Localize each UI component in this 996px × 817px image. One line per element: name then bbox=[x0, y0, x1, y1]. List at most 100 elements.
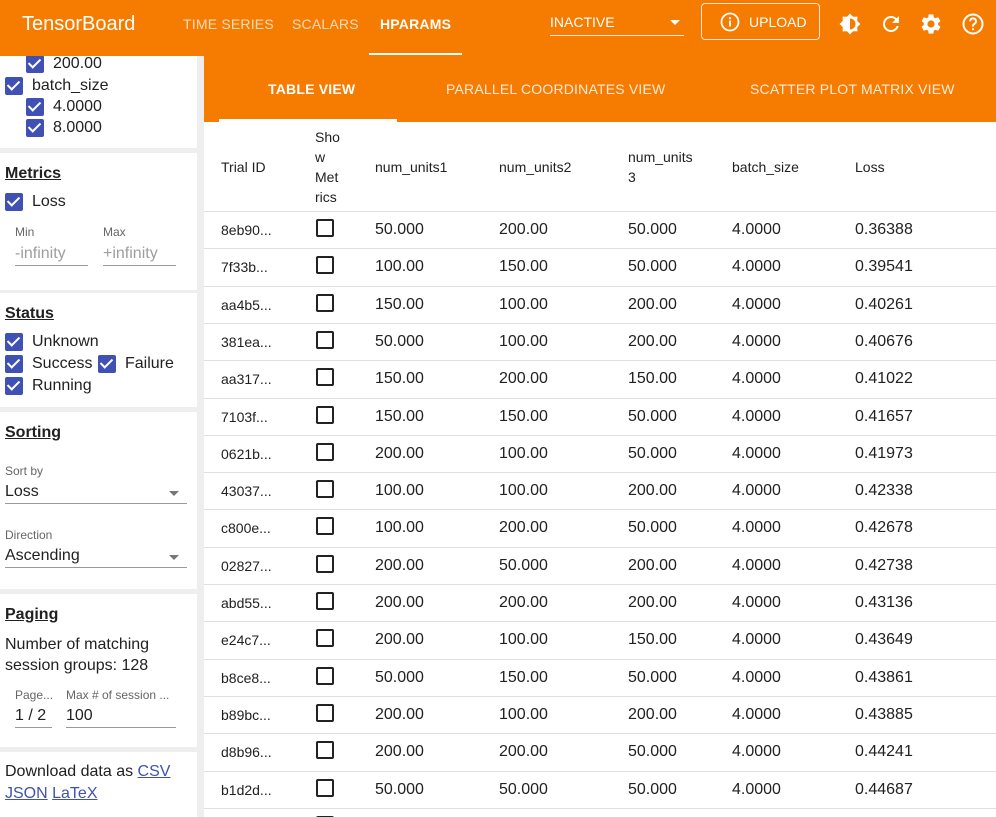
trial-id-cell[interactable]: 02827... bbox=[221, 558, 272, 574]
max-input[interactable]: +infinity bbox=[103, 245, 176, 266]
min-label: Min bbox=[15, 225, 35, 239]
tab-parallel-coordinates-view[interactable]: PARALLEL COORDINATES VIEW bbox=[446, 81, 665, 97]
table-row: aa4b5... 150.00 100.00 200.00 4.0000 0.40261 bbox=[204, 285, 996, 323]
top-app-bar: TensorBoard TIME SERIES SCALARS HPARAMS … bbox=[0, 0, 996, 56]
table-row: aa317... 150.00 200.00 150.00 4.0000 0.41022 bbox=[204, 360, 996, 397]
checkbox-checked-icon bbox=[5, 355, 23, 373]
page-total: / 2 bbox=[28, 707, 47, 724]
checkbox-label: 200.00 bbox=[53, 56, 102, 72]
nav-tab-time-series[interactable]: TIME SERIES bbox=[183, 16, 274, 32]
num-units2-cell: 150.00 bbox=[499, 407, 548, 425]
show-metrics-checkbox[interactable] bbox=[316, 517, 334, 536]
inactive-plugins-select[interactable]: INACTIVE bbox=[550, 8, 684, 36]
trial-id-cell[interactable]: d8b96... bbox=[221, 744, 272, 760]
upload-button[interactable]: UPLOAD bbox=[701, 3, 820, 40]
trial-id-cell[interactable]: 7f33b... bbox=[221, 259, 268, 275]
max-sessions-input[interactable]: 100 bbox=[66, 707, 176, 728]
trial-id-cell[interactable]: b89bc... bbox=[221, 707, 271, 723]
nav-tab-hparams[interactable]: HPARAMS bbox=[380, 16, 451, 32]
show-metrics-checkbox[interactable] bbox=[316, 741, 334, 760]
download-text: Download data as CSV bbox=[5, 763, 170, 781]
trial-id-cell[interactable]: aa317... bbox=[221, 371, 272, 387]
show-metrics-checkbox[interactable] bbox=[316, 666, 334, 685]
loss-cell: 0.43861 bbox=[855, 668, 913, 686]
dropdown-caret-icon bbox=[169, 491, 179, 496]
download-csv-link[interactable]: CSV bbox=[138, 763, 171, 780]
hparams-main-panel: TABLE VIEW PARALLEL COORDINATES VIEW SCA… bbox=[204, 56, 996, 817]
show-metrics-checkbox[interactable] bbox=[316, 442, 334, 461]
trial-id-cell[interactable]: b1d2d... bbox=[221, 782, 272, 798]
refresh-icon[interactable] bbox=[879, 12, 903, 36]
sorting-card: Sorting Sort by Loss Direction Ascending bbox=[0, 412, 197, 589]
num-units3-cell: 150.00 bbox=[628, 370, 677, 388]
batch-size-cell: 4.0000 bbox=[732, 780, 781, 798]
trial-id-cell[interactable]: c800e... bbox=[221, 520, 271, 536]
loss-cell: 0.43885 bbox=[855, 705, 913, 723]
active-view-indicator bbox=[219, 119, 397, 122]
batch-size-cell: 4.0000 bbox=[732, 594, 781, 611]
header-line: rics bbox=[315, 189, 337, 205]
num-units3-cell: 50.000 bbox=[628, 258, 677, 276]
column-header-num-units2[interactable]: num_units2 bbox=[499, 157, 571, 177]
show-metrics-checkbox[interactable] bbox=[316, 330, 334, 349]
num-units3-cell: 50.000 bbox=[628, 668, 677, 686]
settings-icon[interactable] bbox=[919, 12, 943, 36]
direction-select[interactable]: Ascending bbox=[5, 547, 187, 568]
trial-id-cell[interactable]: 381ea... bbox=[221, 334, 272, 350]
trial-id-cell[interactable]: abd55... bbox=[221, 595, 272, 611]
show-metrics-checkbox[interactable] bbox=[316, 592, 334, 610]
trial-id-cell[interactable]: 43037... bbox=[221, 483, 272, 499]
show-metrics-checkbox[interactable] bbox=[316, 554, 334, 573]
download-json-link[interactable]: JSON bbox=[5, 785, 48, 802]
table-row: e24c7... 200.00 100.00 150.00 4.0000 0.43649 bbox=[204, 621, 996, 658]
trial-id-cell[interactable]: b8ce8... bbox=[221, 670, 271, 686]
show-metrics-checkbox[interactable] bbox=[316, 405, 334, 424]
batch-size-cell: 4.0000 bbox=[732, 668, 781, 686]
show-metrics-checkbox[interactable] bbox=[316, 368, 334, 387]
show-metrics-checkbox[interactable] bbox=[316, 480, 334, 499]
num-units3-cell: 150.00 bbox=[628, 631, 677, 649]
table-row: abd55... 200.00 200.00 200.00 4.0000 0.43136 bbox=[204, 584, 996, 621]
help-icon[interactable] bbox=[961, 12, 985, 36]
column-header-num-units1[interactable]: num_units1 bbox=[375, 157, 447, 177]
batch-size-cell: 4.0000 bbox=[732, 221, 781, 238]
trial-id-cell[interactable]: 0621b... bbox=[221, 446, 272, 462]
trial-id-cell[interactable]: e24c7... bbox=[221, 632, 271, 648]
table-row bbox=[204, 807, 996, 817]
show-metrics-checkbox[interactable] bbox=[316, 256, 334, 275]
nav-tab-scalars[interactable]: SCALARS bbox=[292, 16, 359, 32]
page-number-input[interactable]: 1 / 2 bbox=[15, 707, 52, 728]
hparam-filter-card: 200.00 batch_size 4.0000 8.0000 bbox=[0, 56, 197, 148]
paging-card: Paging Number of matching session groups… bbox=[0, 594, 197, 747]
min-input[interactable]: -infinity bbox=[15, 245, 88, 266]
app-title: TensorBoard bbox=[22, 13, 136, 35]
num-units2-cell: 200.00 bbox=[499, 370, 548, 388]
download-latex-link[interactable]: LaTeX bbox=[52, 785, 97, 802]
theme-icon[interactable] bbox=[838, 12, 862, 36]
trial-id-cell[interactable]: 8eb90... bbox=[221, 222, 272, 238]
tab-scatter-plot-matrix-view[interactable]: SCATTER PLOT MATRIX VIEW bbox=[750, 81, 955, 97]
column-header-batch-size[interactable]: batch_size bbox=[732, 157, 799, 177]
column-header-num-units3[interactable]: num_units 3 bbox=[628, 147, 693, 187]
show-metrics-checkbox[interactable] bbox=[316, 293, 334, 312]
trial-id-cell[interactable]: 7103f... bbox=[221, 409, 268, 425]
show-metrics-checkbox[interactable] bbox=[316, 778, 334, 797]
loss-cell: 0.44241 bbox=[855, 743, 913, 761]
show-metrics-checkbox[interactable] bbox=[316, 219, 334, 237]
table-row: c800e... 100.00 200.00 50.000 4.0000 0.42678 bbox=[204, 509, 996, 546]
num-units2-cell: 150.00 bbox=[499, 258, 548, 276]
column-header-trial-id[interactable]: Trial ID bbox=[221, 157, 266, 177]
sort-by-select[interactable]: Loss bbox=[5, 483, 187, 504]
show-metrics-checkbox[interactable] bbox=[316, 629, 334, 648]
sort-by-label: Sort by bbox=[5, 464, 44, 478]
show-metrics-checkbox[interactable] bbox=[316, 703, 334, 722]
tab-table-view[interactable]: TABLE VIEW bbox=[268, 81, 355, 97]
table-row: b1d2d... 50.000 50.000 50.000 4.0000 0.44687 bbox=[204, 770, 996, 808]
num-units2-cell: 100.00 bbox=[499, 482, 548, 500]
num-units1-cell: 150.00 bbox=[375, 370, 424, 388]
loss-cell: 0.43136 bbox=[855, 594, 913, 611]
column-header-loss[interactable]: Loss bbox=[855, 157, 885, 177]
checkbox-label: Running bbox=[32, 377, 92, 394]
trial-id-cell[interactable]: aa4b5... bbox=[221, 297, 272, 313]
num-units3-cell: 200.00 bbox=[628, 594, 677, 611]
